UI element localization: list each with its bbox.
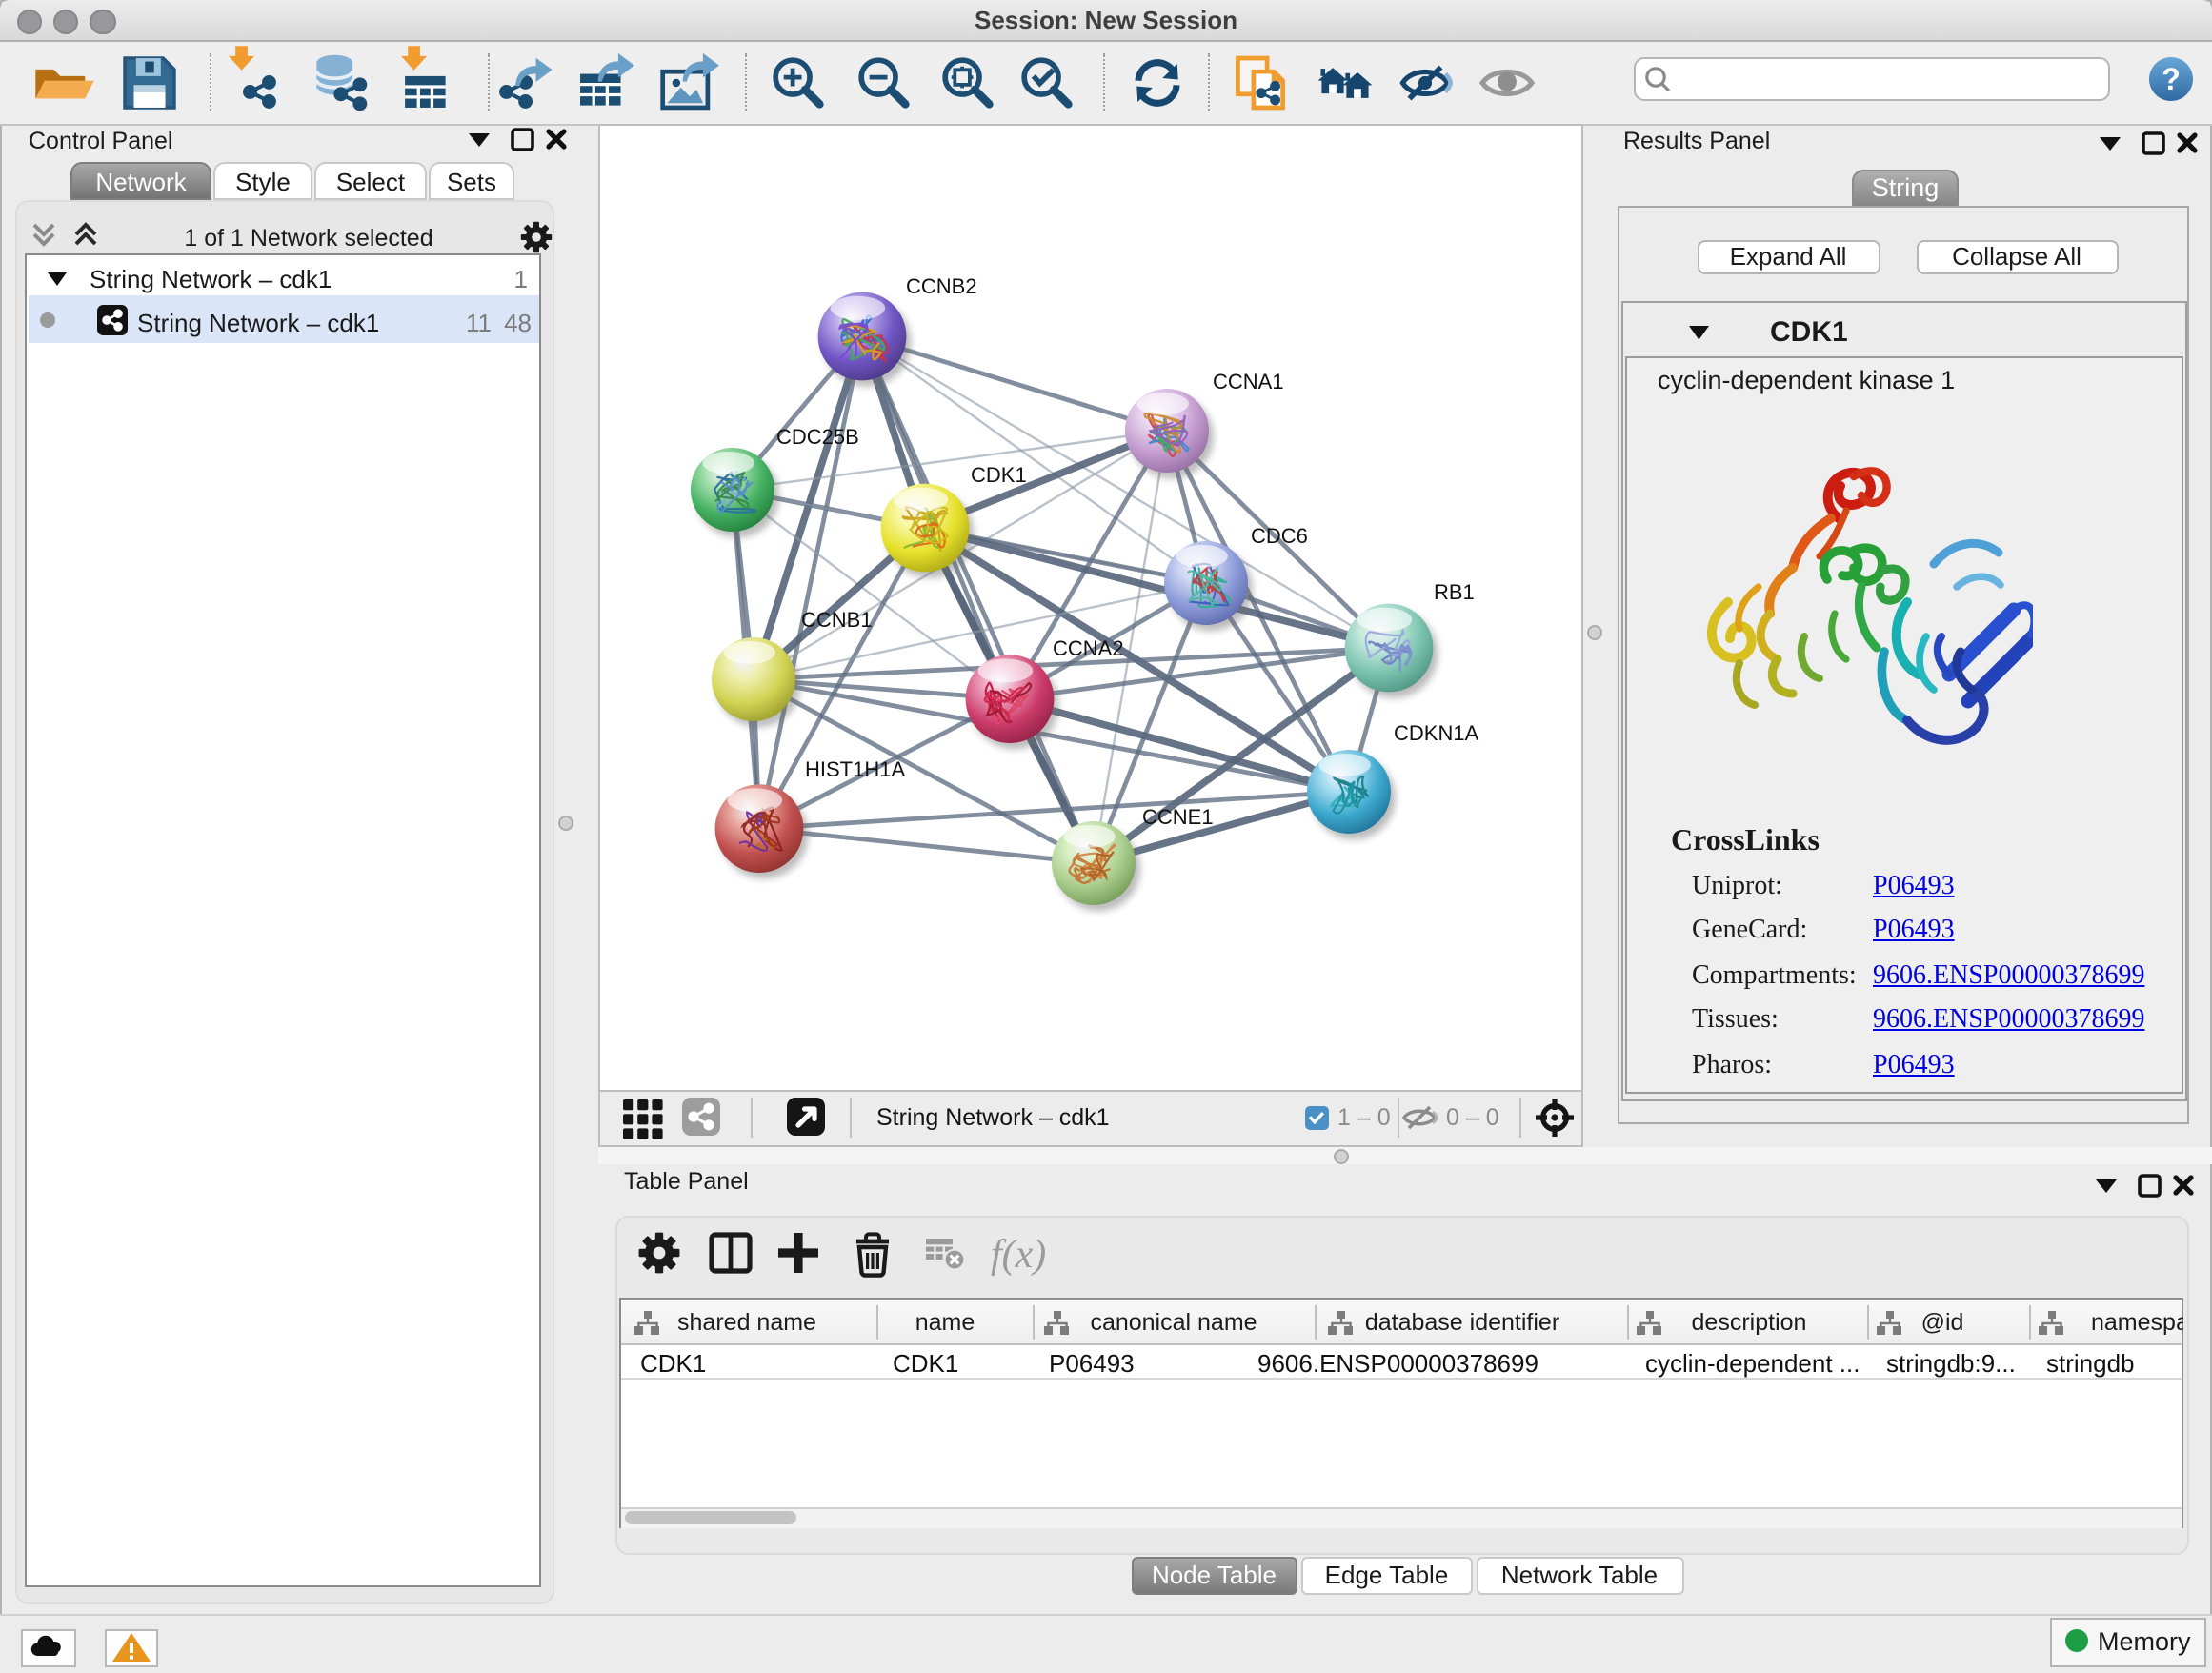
svg-text:String Network – cdk1: String Network – cdk1	[876, 1104, 1110, 1131]
svg-text:?: ?	[2162, 62, 2181, 96]
svg-text:CCNA2: CCNA2	[1053, 636, 1124, 660]
svg-text:CDK1: CDK1	[971, 463, 1027, 487]
svg-text:CDC6: CDC6	[1251, 524, 1308, 548]
svg-text:1 – 0: 1 – 0	[1337, 1104, 1391, 1131]
svg-text:HIST1H1A: HIST1H1A	[805, 757, 905, 781]
svg-text:CCNE1: CCNE1	[1142, 805, 1214, 829]
svg-text:CDC25B: CDC25B	[776, 425, 859, 449]
svg-text:CCNA1: CCNA1	[1213, 370, 1284, 393]
svg-text:CCNB1: CCNB1	[801, 608, 873, 632]
svg-text:0 – 0: 0 – 0	[1446, 1104, 1499, 1131]
svg-text:CDKN1A: CDKN1A	[1394, 721, 1479, 745]
svg-text:f(x): f(x)	[991, 1233, 1046, 1277]
svg-text:RB1: RB1	[1434, 580, 1475, 604]
svg-text:CCNB2: CCNB2	[906, 274, 977, 298]
